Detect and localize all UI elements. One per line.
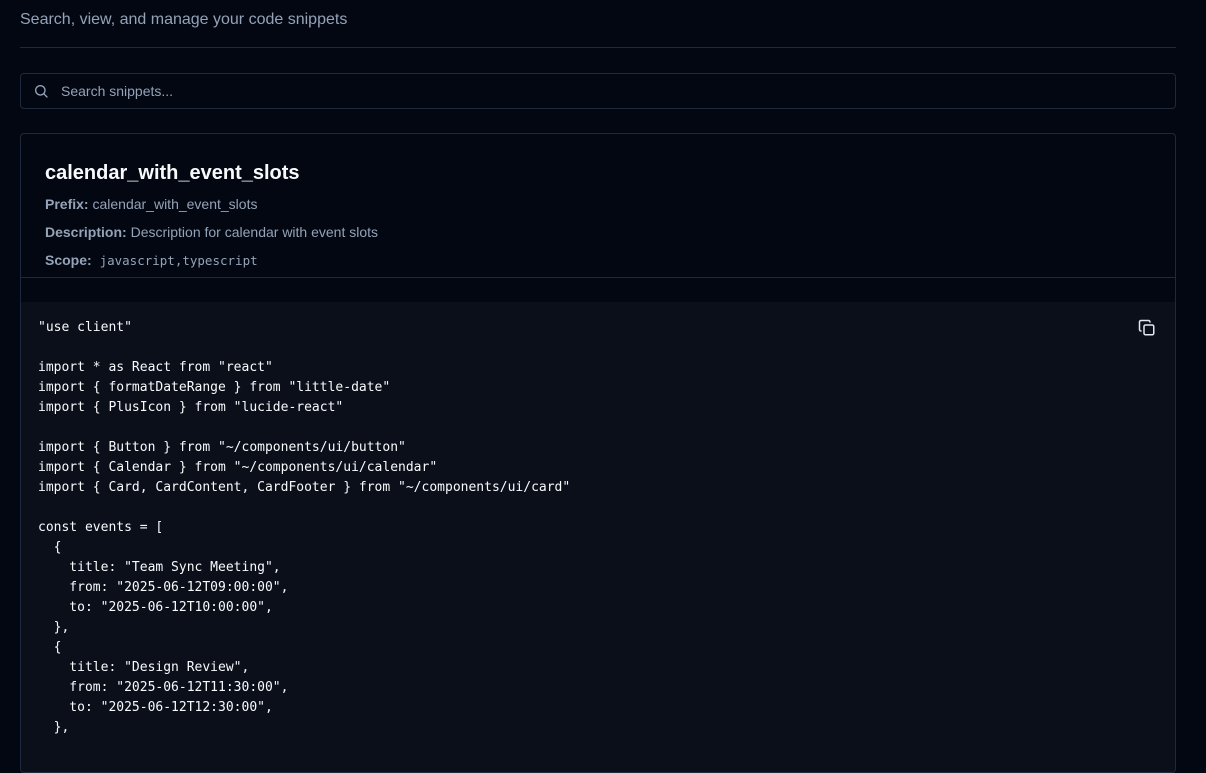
copy-icon (1138, 319, 1155, 336)
search-bar[interactable] (20, 73, 1176, 109)
search-input[interactable] (61, 74, 1161, 108)
code-content[interactable]: "use client" import * as React from "rea… (38, 318, 570, 738)
search-icon (35, 85, 48, 98)
prefix-label: Prefix: (45, 196, 89, 212)
scope-value: javascript,typescript (99, 253, 258, 268)
snippet-card: calendar_with_event_slots Prefix: calend… (20, 133, 1176, 773)
description-value: Description for calendar with event slot… (130, 224, 379, 240)
copy-button[interactable] (1137, 319, 1157, 339)
description-label: Description: (45, 224, 127, 240)
snippet-header: calendar_with_event_slots Prefix: calend… (21, 134, 1175, 278)
snippet-scope-row: Scope: javascript,typescript (45, 251, 258, 270)
snippet-title: calendar_with_event_slots (45, 162, 300, 184)
code-block[interactable]: "use client" import * as React from "rea… (21, 302, 1175, 772)
scope-label: Scope: (45, 252, 92, 268)
prefix-value: calendar_with_event_slots (92, 196, 258, 212)
header-divider (20, 47, 1176, 48)
snippet-prefix-row: Prefix: calendar_with_event_slots (45, 195, 257, 213)
snippet-description-row: Description: Description for calendar wi… (45, 223, 378, 241)
page-subtitle: Search, view, and manage your code snipp… (20, 11, 348, 28)
